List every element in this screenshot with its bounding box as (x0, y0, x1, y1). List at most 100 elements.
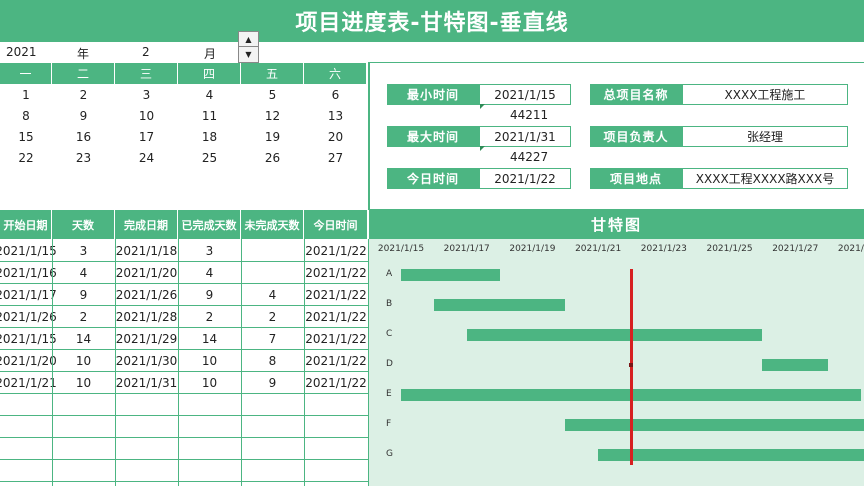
table-cell[interactable]: 10 (178, 372, 241, 394)
table-cell[interactable]: 2021/1/16 (0, 262, 57, 284)
table-grid-line (0, 283, 368, 284)
table-cell[interactable] (241, 262, 304, 284)
weekday-header: 六 (304, 63, 367, 84)
gantt-bar[interactable] (762, 359, 829, 371)
calendar-day[interactable]: 2 (52, 84, 115, 105)
calendar-day[interactable]: 11 (178, 105, 241, 126)
table-cell[interactable]: 10 (52, 372, 115, 394)
table-cell[interactable]: 4 (178, 262, 241, 284)
gantt-bar[interactable] (433, 299, 566, 311)
table-cell[interactable]: 2 (52, 306, 115, 328)
cell-note-marker (480, 146, 485, 151)
table-header: 完成日期 (115, 210, 178, 239)
table-cell[interactable]: 10 (178, 350, 241, 372)
today-label: 今日时间 (387, 168, 479, 189)
table-cell[interactable]: 2021/1/22 (304, 306, 368, 328)
cell-note-marker (480, 104, 485, 109)
table-cell[interactable]: 2021/1/26 (115, 284, 178, 306)
manager-value[interactable]: 张经理 (682, 126, 848, 147)
table-cell[interactable]: 2 (241, 306, 304, 328)
calendar-day[interactable]: 19 (241, 126, 304, 147)
table-cell[interactable]: 2021/1/15 (0, 328, 57, 350)
table-cell[interactable]: 3 (178, 240, 241, 262)
table-cell[interactable]: 2021/1/22 (304, 372, 368, 394)
max-time-value[interactable]: 2021/1/31 (479, 126, 571, 147)
table-cell[interactable]: 2021/1/22 (304, 350, 368, 372)
table-cell[interactable]: 2021/1/30 (115, 350, 178, 372)
table-cell[interactable]: 14 (52, 328, 115, 350)
calendar-day[interactable]: 1 (0, 84, 52, 105)
calendar-day[interactable]: 27 (304, 147, 367, 168)
calendar-day[interactable]: 23 (52, 147, 115, 168)
calendar-day[interactable]: 8 (0, 105, 52, 126)
calendar-day[interactable]: 9 (52, 105, 115, 126)
table-cell[interactable]: 14 (178, 328, 241, 350)
min-time-value[interactable]: 2021/1/15 (479, 84, 571, 105)
calendar-day[interactable]: 10 (115, 105, 178, 126)
calendar-day[interactable]: 25 (178, 147, 241, 168)
calendar-day[interactable]: 4 (178, 84, 241, 105)
calendar-day[interactable]: 17 (115, 126, 178, 147)
month-unit: 月 (204, 47, 217, 61)
gantt-bar[interactable] (401, 269, 500, 281)
table-cell[interactable]: 10 (52, 350, 115, 372)
calendar-day[interactable]: 5 (241, 84, 304, 105)
table-cell[interactable]: 2021/1/22 (304, 240, 368, 262)
table-cell[interactable]: 2021/1/22 (304, 284, 368, 306)
table-cell[interactable]: 2021/1/17 (0, 284, 57, 306)
spin-down-icon[interactable]: ▼ (239, 47, 258, 62)
today-value[interactable]: 2021/1/22 (479, 168, 571, 189)
table-grid-line (0, 459, 368, 460)
table-cell[interactable]: 2021/1/28 (115, 306, 178, 328)
weekday-header: 五 (241, 63, 304, 84)
calendar-day[interactable]: 24 (115, 147, 178, 168)
table-cell[interactable]: 8 (241, 350, 304, 372)
table-cell[interactable]: 2021/1/20 (115, 262, 178, 284)
table-header: 未完成天数 (241, 210, 304, 239)
table-grid-line (0, 437, 368, 438)
table-cell[interactable]: 2021/1/22 (304, 262, 368, 284)
month-spinner[interactable]: ▲ ▼ (238, 31, 259, 63)
table-grid-line (0, 415, 368, 416)
table-cell[interactable]: 2021/1/22 (304, 328, 368, 350)
calendar-day[interactable]: 13 (304, 105, 367, 126)
table-cell[interactable]: 2021/1/29 (115, 328, 178, 350)
calendar-day[interactable]: 20 (304, 126, 367, 147)
min-time-label: 最小时间 (387, 84, 479, 105)
table-cell[interactable]: 4 (241, 284, 304, 306)
project-name-value[interactable]: XXXX工程施工 (682, 84, 848, 105)
gantt-bar[interactable] (598, 449, 864, 461)
table-cell[interactable]: 2021/1/21 (0, 372, 57, 394)
month-value[interactable]: 2 (142, 45, 150, 59)
calendar-day[interactable]: 6 (304, 84, 367, 105)
location-value[interactable]: XXXX工程XXXX路XXX号 (682, 168, 848, 189)
table-cell[interactable]: 9 (178, 284, 241, 306)
calendar-day[interactable]: 3 (115, 84, 178, 105)
table-cell[interactable]: 4 (52, 262, 115, 284)
year-value[interactable]: 2021 (6, 45, 37, 59)
calendar-day[interactable]: 22 (0, 147, 52, 168)
calendar-day[interactable]: 26 (241, 147, 304, 168)
table-cell[interactable]: 2021/1/20 (0, 350, 57, 372)
table-cell[interactable]: 2021/1/31 (115, 372, 178, 394)
calendar-day[interactable]: 18 (178, 126, 241, 147)
spin-up-icon[interactable]: ▲ (239, 32, 258, 47)
calendar-day[interactable]: 15 (0, 126, 52, 147)
calendar-day[interactable]: 12 (241, 105, 304, 126)
gantt-bar[interactable] (466, 329, 763, 341)
table-cell[interactable] (241, 240, 304, 262)
table-cell[interactable]: 2021/1/18 (115, 240, 178, 262)
table-cell[interactable]: 3 (52, 240, 115, 262)
weekday-header: 二 (52, 63, 115, 84)
date-selector-row: 2021 年 2 月 (0, 42, 864, 62)
gantt-bar[interactable] (565, 419, 864, 431)
table-cell[interactable]: 9 (241, 372, 304, 394)
table-cell[interactable]: 9 (52, 284, 115, 306)
table-cell[interactable]: 2021/1/26 (0, 306, 57, 328)
table-header: 今日时间 (304, 210, 368, 239)
table-cell[interactable]: 2021/1/15 (0, 240, 57, 262)
calendar-day[interactable]: 16 (52, 126, 115, 147)
table-cell[interactable]: 2 (178, 306, 241, 328)
x-tick-label: 2021/1/17 (443, 244, 490, 254)
table-cell[interactable]: 7 (241, 328, 304, 350)
